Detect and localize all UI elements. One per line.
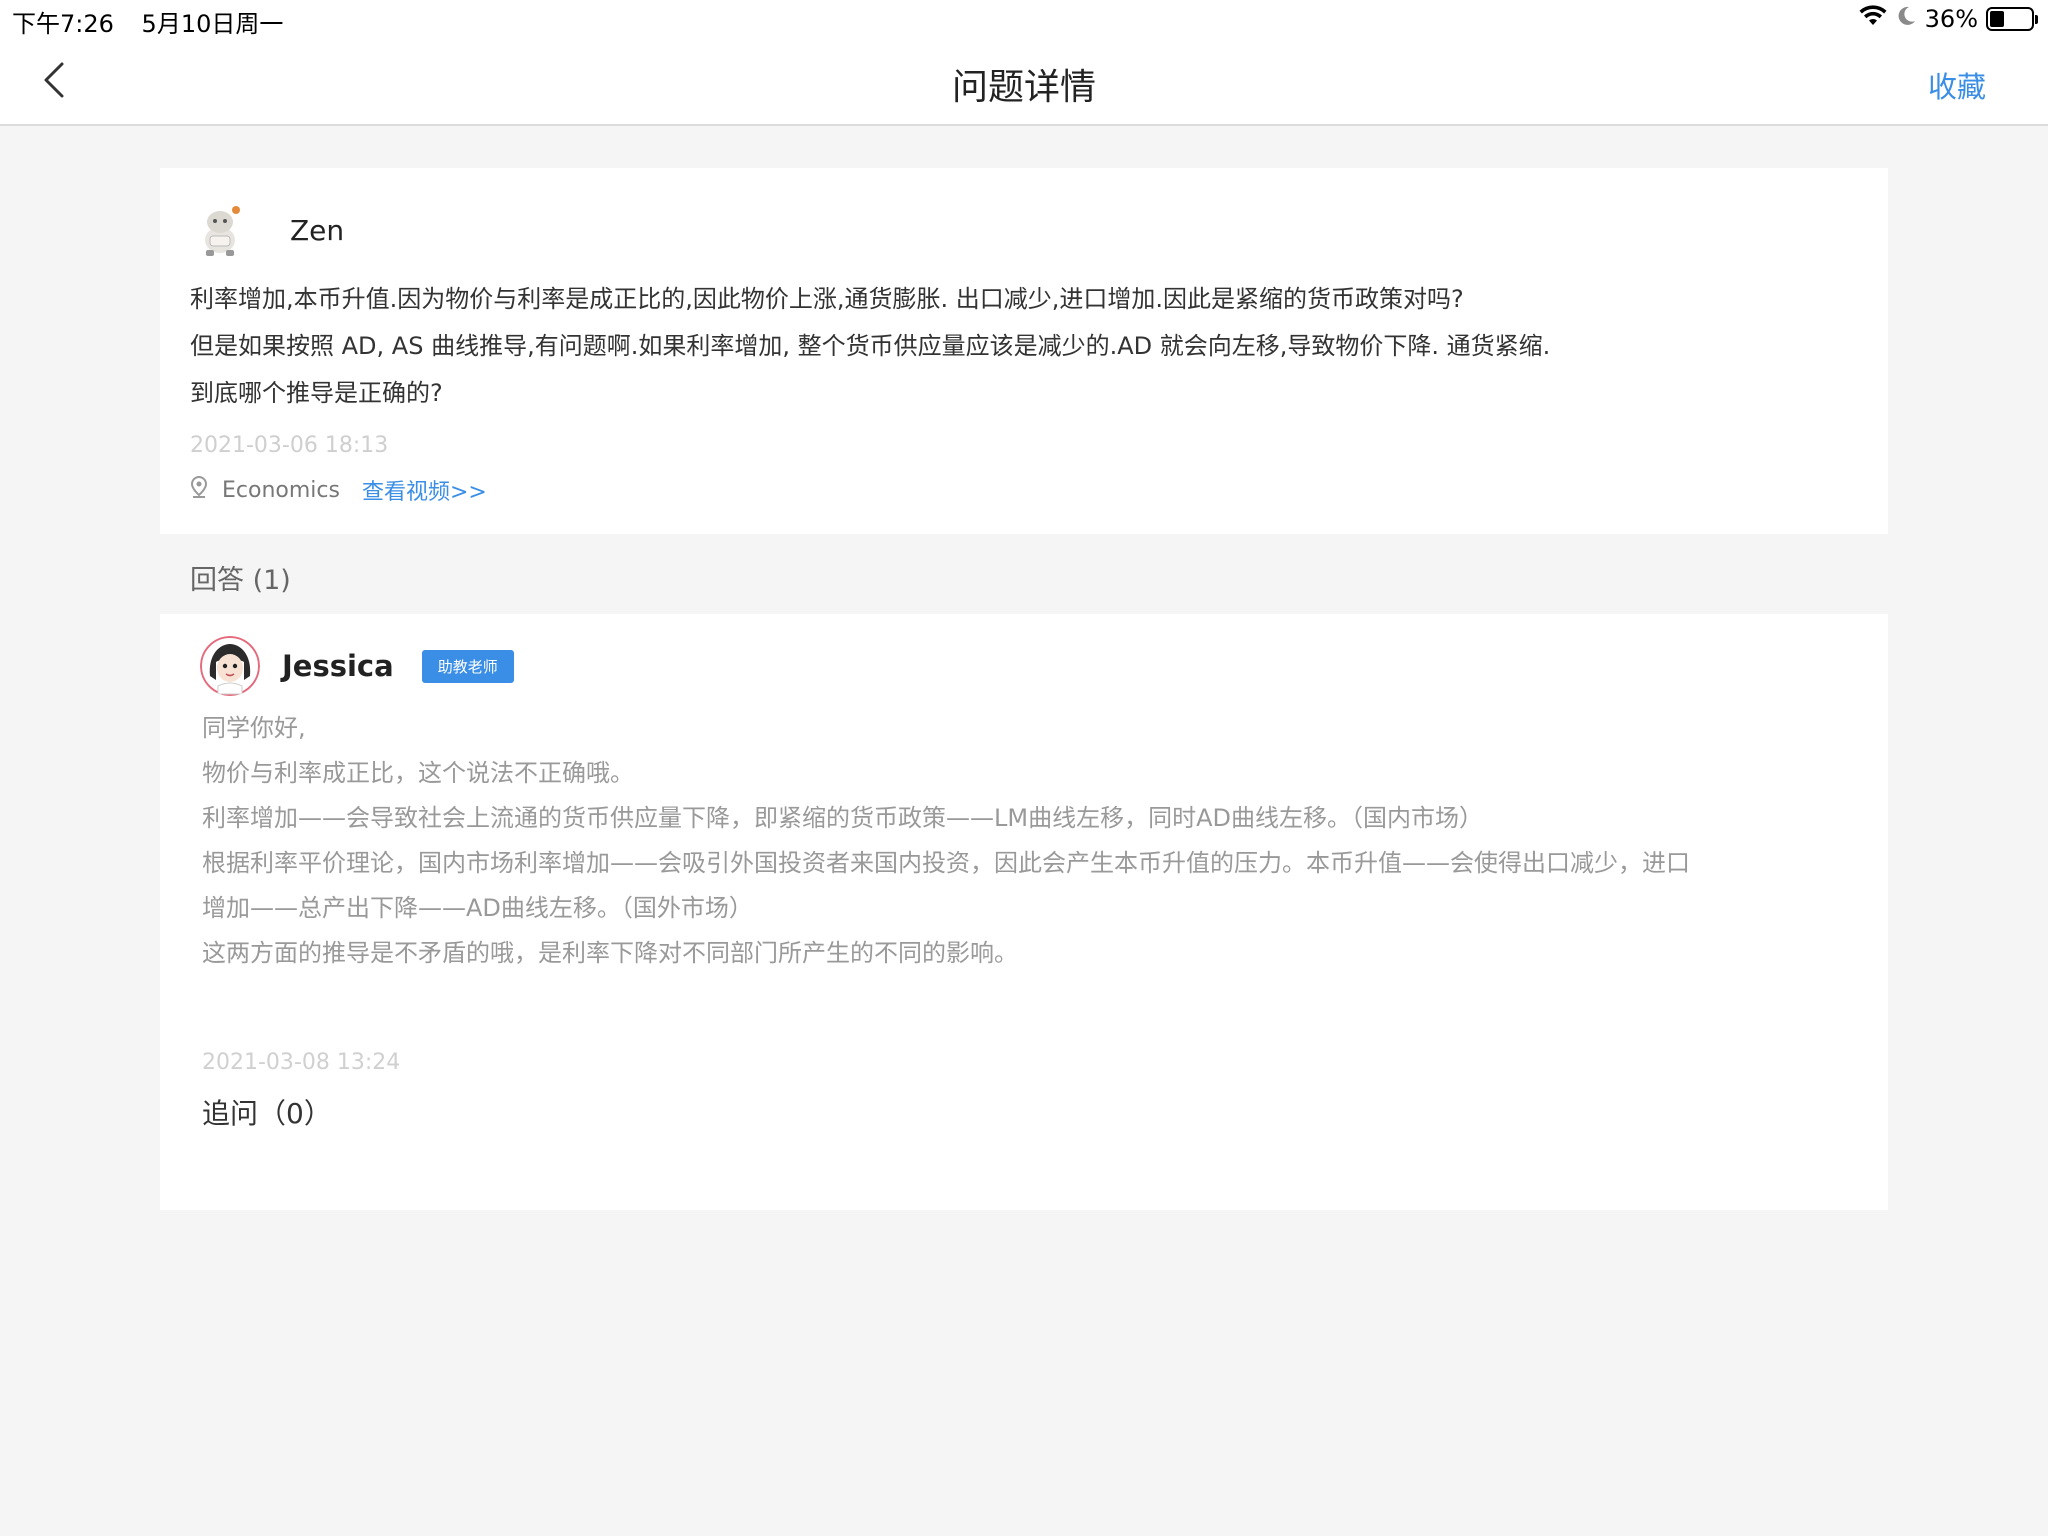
answer-timestamp: 2021-03-08 13:24 [202,1050,401,1075]
question-text: 利率增加,本币升值.因为物价与利率是成正比的,因此物价上涨,通货膨胀. 出口减少… [190,276,1870,417]
location-pin-icon [190,475,208,504]
status-time: 下午7:26 [12,10,114,38]
status-indicators: 36% [1859,4,2038,34]
nav-bar: 问题详情 收藏 [0,38,2048,126]
battery-fill [1990,11,2005,27]
question-meta: Economics 查看视频>> [190,474,487,506]
battery-percent: 36% [1924,5,1978,33]
view-video-link[interactable]: 查看视频>> [362,474,487,506]
answer-card: Jessica 助教老师 同学你好, 物价与利率成正比，这个说法不正确哦。 利率… [160,614,1888,1210]
wifi-icon [1859,5,1887,33]
battery-icon [1986,7,2038,31]
status-bar: 下午7:26 5月10日周一 36% [0,0,2048,38]
status-datetime: 下午7:26 5月10日周一 [12,4,303,39]
question-card: Zen 利率增加,本币升值.因为物价与利率是成正比的,因此物价上涨,通货膨胀. … [160,168,1888,534]
answer-line: 利率增加——会导致社会上流通的货币供应量下降，即紧缩的货币政策——LM曲线左移，… [202,804,1483,832]
favorite-button[interactable]: 收藏 [1928,64,1986,106]
answer-line: 这两方面的推导是不矛盾的哦，是利率下降对不同部门所产生的不同的影响。 [202,939,1018,967]
answer-line: 同学你好, [202,714,306,742]
question-line: 到底哪个推导是正确的? [190,379,443,407]
answer-line: 增加——总产出下降——AD曲线左移。（国外市场） [202,894,753,922]
question-line: 利率增加,本币升值.因为物价与利率是成正比的,因此物价上涨,通货膨胀. 出口减少… [190,285,1464,313]
question-line: 但是如果按照 AD, AS 曲线推导,有问题啊.如果利率增加, 整个货币供应量应… [190,332,1551,360]
answer-author: Jessica 助教老师 [200,636,514,696]
answer-line: 根据利率平价理论，国内市场利率增加——会吸引外国投资者来国内投资，因此会产生本币… [202,849,1690,877]
author-name: Zen [290,213,345,247]
subject-label: Economics [222,477,340,503]
answer-author-name: Jessica [282,649,394,683]
robot-avatar-icon [190,200,250,260]
status-date: 5月10日周一 [141,10,284,38]
question-timestamp: 2021-03-06 18:13 [190,433,389,458]
role-badge: 助教老师 [421,649,514,683]
page-title: 问题详情 [951,67,1096,108]
answer-line: 物价与利率成正比，这个说法不正确哦。 [202,759,634,787]
answer-text: 同学你好, 物价与利率成正比，这个说法不正确哦。 利率增加——会导致社会上流通的… [202,706,1852,976]
girl-avatar-icon [200,636,260,696]
answers-heading: 回答 (1) [190,565,291,596]
question-author: Zen [190,200,344,260]
followup-button[interactable]: 追问（0） [202,1092,332,1132]
moon-icon [1895,5,1917,33]
